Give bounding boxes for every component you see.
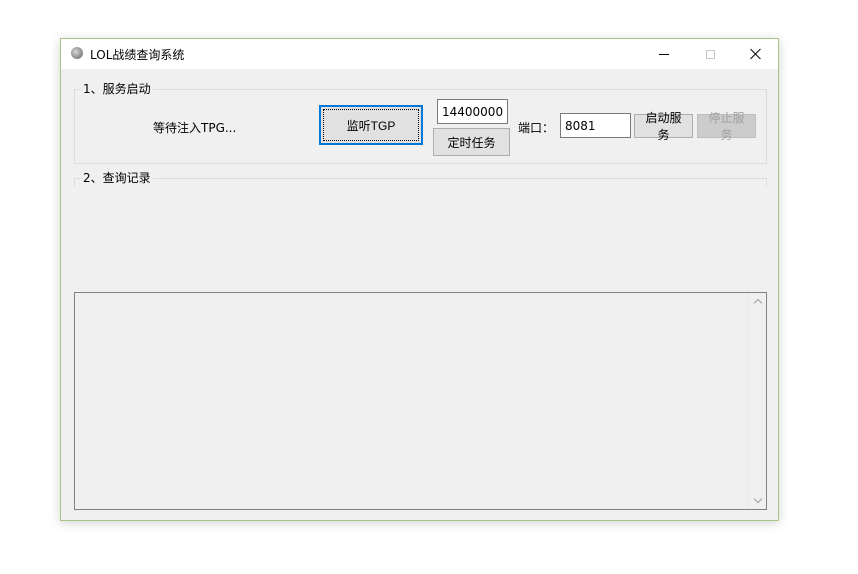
minimize-icon [659, 53, 669, 55]
close-button[interactable] [733, 39, 779, 69]
maximize-icon [705, 49, 715, 59]
port-input[interactable] [560, 113, 631, 138]
timer-task-button[interactable]: 定时任务 [433, 128, 510, 156]
service-group-legend: 1、服务启动 [81, 81, 153, 97]
title-bar[interactable]: LOL战绩查询系统 [61, 39, 778, 69]
port-label: 端口： [518, 121, 555, 135]
stop-service-button: 停止服务 [697, 111, 756, 142]
window-title: LOL战绩查询系统 [90, 48, 185, 62]
listen-tgp-button[interactable]: 监听TGP [319, 105, 423, 145]
app-window: LOL战绩查询系统 1、服务启动 等待注入TPG... 监听TGP 定时任务 端… [60, 38, 779, 521]
close-icon [750, 48, 762, 60]
start-service-button[interactable]: 启动服务 [634, 111, 693, 142]
query-group-legend: 2、查询记录 [81, 170, 153, 186]
query-groupbox: 2、查询记录 [74, 170, 767, 186]
status-text: 等待注入TPG... [153, 121, 237, 135]
interval-input[interactable] [437, 99, 508, 124]
minimize-button[interactable] [641, 39, 687, 69]
maximize-button[interactable] [687, 39, 733, 69]
app-icon [71, 47, 83, 59]
log-textarea[interactable] [74, 292, 767, 510]
